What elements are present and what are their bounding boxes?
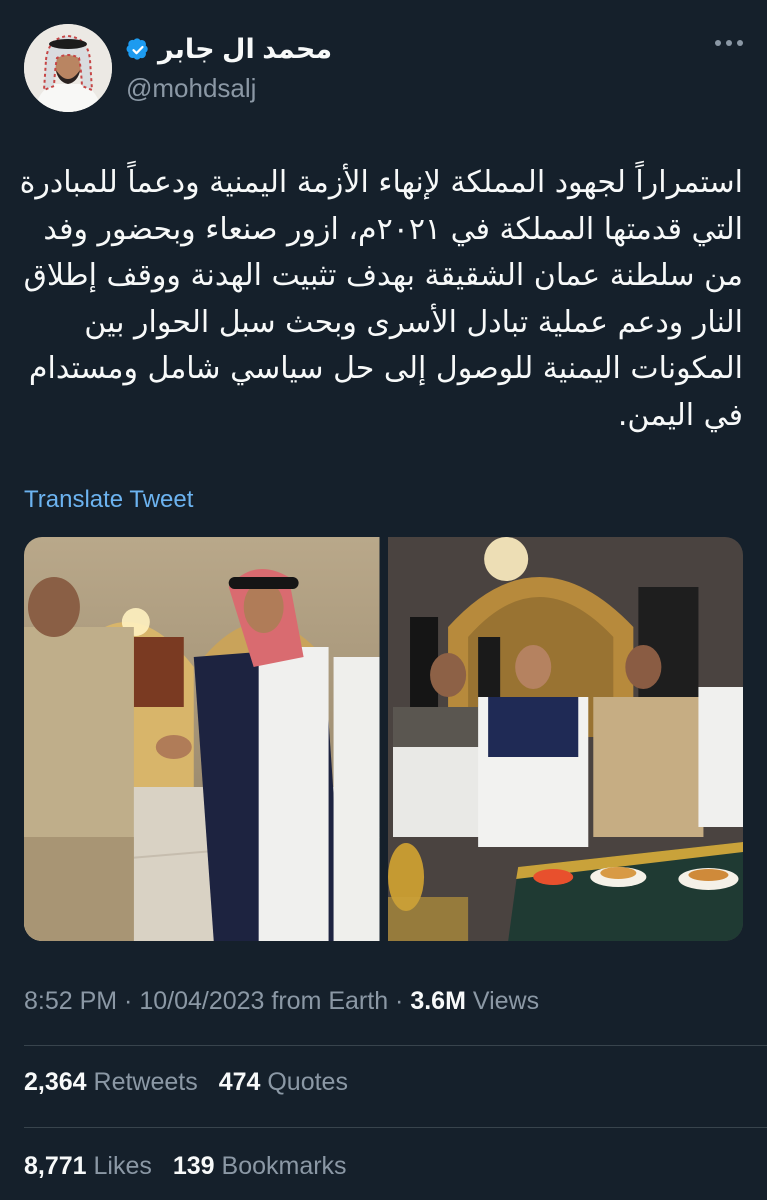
retweets-label: Retweets: [93, 1068, 198, 1096]
tweet-text: استمراراً لجهود المملكة لإنهاء الأزمة ال…: [19, 165, 743, 433]
stats-row-engagement: 8,771 Likes 139 Bookmarks: [24, 1152, 347, 1181]
user-name-row[interactable]: محمد ال جابر: [126, 34, 332, 65]
retweets-count: 2,364: [24, 1068, 87, 1096]
separator: ·: [388, 987, 411, 1015]
tweet-date[interactable]: 10/04/2023: [139, 987, 264, 1015]
quotes-count: 474: [218, 1068, 261, 1096]
bookmarks-count: 139: [172, 1152, 215, 1180]
display-name[interactable]: محمد ال جابر: [158, 34, 332, 65]
stats-row-shares: 2,364 Retweets 474 Quotes: [24, 1068, 348, 1097]
tweet-media: [24, 537, 743, 941]
verified-badge-icon: [126, 37, 148, 60]
divider: [24, 1045, 767, 1046]
user-handle[interactable]: @mohdsalj: [126, 73, 256, 104]
separator: ·: [117, 987, 140, 1015]
tweet-source: from Earth: [264, 987, 389, 1015]
likes-stat[interactable]: 8,771 Likes: [24, 1152, 152, 1180]
tweet-meta: 8:52 PM · 10/04/2023 from Earth · 3.6M V…: [24, 987, 539, 1016]
likes-count: 8,771: [24, 1152, 87, 1180]
views-count: 3.6M: [410, 987, 466, 1015]
divider: [24, 1127, 767, 1128]
quotes-stat[interactable]: 474 Quotes: [219, 1068, 348, 1096]
translate-tweet-link[interactable]: Translate Tweet: [24, 486, 193, 514]
tweet-detail: محمد ال جابر @mohdsalj استمراراً لجهود ا…: [0, 0, 767, 1200]
more-options-icon[interactable]: [715, 40, 743, 46]
quotes-label: Quotes: [267, 1068, 348, 1096]
avatar[interactable]: [24, 24, 112, 112]
photo-handshake[interactable]: [24, 537, 380, 941]
retweets-stat[interactable]: 2,364 Retweets: [24, 1068, 198, 1096]
likes-label: Likes: [93, 1152, 152, 1180]
bookmarks-stat[interactable]: 139 Bookmarks: [173, 1152, 347, 1180]
tweet-time[interactable]: 8:52 PM: [24, 987, 117, 1015]
bookmarks-label: Bookmarks: [221, 1152, 347, 1180]
photo-meeting[interactable]: [387, 537, 743, 941]
views-label: Views: [465, 987, 540, 1015]
